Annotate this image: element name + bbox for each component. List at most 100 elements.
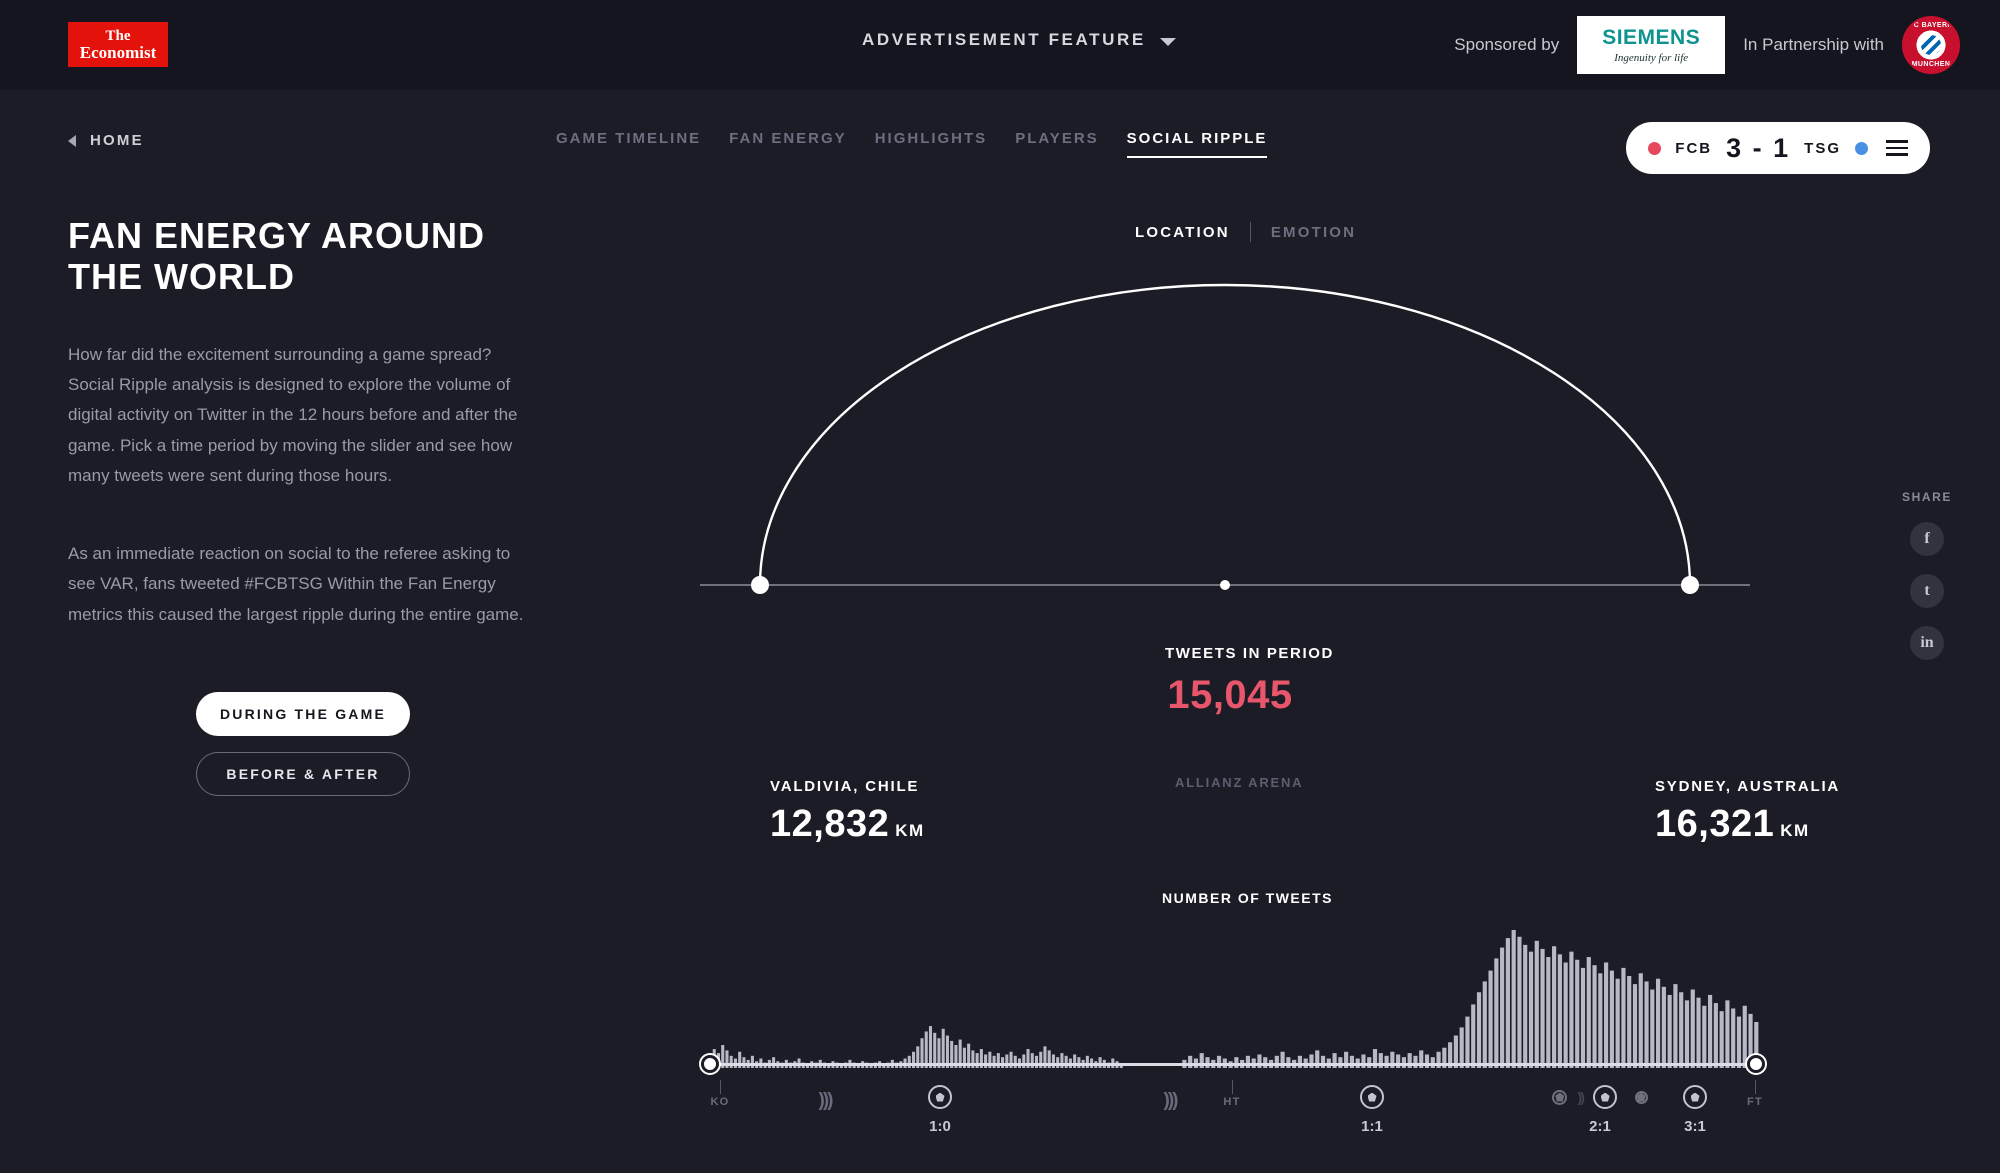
tweet-volume-bar — [1413, 1056, 1417, 1068]
twitter-icon[interactable]: t — [1910, 574, 1944, 608]
marker-goal-2-1[interactable]: )) 2:1 — [1545, 1085, 1655, 1135]
economist-logo[interactable]: The Economist — [68, 22, 168, 67]
bayern-munich-crest-icon[interactable]: FC BAYERN MUNCHEN — [1902, 16, 1960, 74]
tweet-volume-bar — [1052, 1054, 1055, 1068]
tab-social-ripple[interactable]: SOCIAL RIPPLE — [1127, 130, 1268, 158]
tweet-volume-bar — [1005, 1054, 1008, 1068]
brand-line-2: Economist — [80, 44, 157, 61]
home-team-abbr: FCB — [1675, 140, 1712, 157]
tweet-volume-bar — [1425, 1054, 1429, 1068]
timeline-slider-handle-left[interactable] — [701, 1055, 719, 1073]
tweet-volume-bar — [1725, 1000, 1729, 1068]
goal-score-1-0: 1:0 — [915, 1118, 965, 1135]
marker-goal-3-1[interactable]: 3:1 — [1670, 1085, 1720, 1135]
marker-ripple-2[interactable]: ))) — [1150, 1090, 1190, 1112]
score-badge[interactable]: FCB 3 - 1 TSG — [1626, 122, 1930, 174]
tweet-volume-bar — [997, 1053, 1000, 1068]
goal-cluster-icons: )) — [1545, 1085, 1655, 1109]
marker-ripple-1[interactable]: ))) — [805, 1090, 845, 1112]
tweet-volume-bar — [1633, 984, 1637, 1068]
toggle-divider — [1250, 222, 1251, 242]
tweet-volume-bar — [751, 1056, 754, 1068]
tweet-volume-bar — [1385, 1056, 1389, 1068]
tweet-volume-bar — [738, 1052, 741, 1068]
left-endpoint-dot[interactable] — [751, 576, 769, 594]
tweet-volume-bar — [1552, 946, 1556, 1068]
tweet-volume-bar — [1200, 1053, 1204, 1068]
tweet-volume-bar — [1558, 954, 1562, 1068]
tweet-volume-bar — [1246, 1056, 1250, 1068]
left-distance-value: 12,832 — [770, 803, 889, 845]
right-distance-unit: KM — [1780, 821, 1809, 840]
away-team-abbr: TSG — [1804, 140, 1841, 157]
tweet-volume-bar — [1650, 990, 1654, 1068]
tweet-volume-bar — [1379, 1053, 1383, 1068]
tweet-volume-bar — [984, 1054, 987, 1068]
center-venue-label: ALLIANZ ARENA — [1175, 775, 1303, 790]
hamburger-menu-icon[interactable] — [1886, 140, 1908, 156]
right-distance-value: 16,321 — [1655, 803, 1774, 845]
ft-caption: FT — [1735, 1096, 1775, 1108]
tweet-volume-bar — [1494, 958, 1498, 1068]
advertisement-feature-dropdown[interactable]: ADVERTISEMENT FEATURE — [862, 30, 1176, 50]
tweet-volume-bar — [1720, 1011, 1724, 1068]
toggle-emotion[interactable]: EMOTION — [1271, 224, 1356, 241]
tweet-volume-bar — [1535, 941, 1539, 1068]
tweet-volume-bar — [1436, 1052, 1440, 1068]
tweet-volume-bar — [1714, 1003, 1718, 1068]
tweet-volume-bar — [908, 1056, 911, 1068]
right-endpoint-dot[interactable] — [1681, 576, 1699, 594]
linkedin-icon[interactable]: in — [1910, 626, 1944, 660]
ft-tick-icon — [1755, 1080, 1756, 1094]
tweet-volume-bar — [1086, 1056, 1089, 1068]
tweet-volume-bar — [1679, 992, 1683, 1068]
soccer-ball-icon — [1593, 1085, 1617, 1109]
ht-caption: HT — [1212, 1096, 1252, 1108]
siemens-wordmark: SIEMENS — [1602, 26, 1700, 50]
marker-goal-1-1[interactable]: 1:1 — [1347, 1085, 1397, 1135]
tweet-volume-bar — [1217, 1056, 1221, 1068]
tab-fan-energy[interactable]: FAN ENERGY — [729, 130, 847, 156]
timeline-slider-handle-right[interactable] — [1747, 1055, 1765, 1073]
tweet-volume-bar — [1621, 968, 1625, 1068]
tweet-volume-bar — [1523, 945, 1527, 1068]
away-team-dot-icon — [1855, 142, 1868, 155]
tab-game-timeline[interactable]: GAME TIMELINE — [556, 130, 701, 156]
ripple-icon: ))) — [1150, 1090, 1190, 1112]
tweet-volume-bar — [1702, 1006, 1706, 1068]
marker-ko: KO — [700, 1080, 740, 1108]
tweet-volume-bar — [1662, 987, 1666, 1068]
chevron-down-icon — [1160, 38, 1176, 46]
during-the-game-button[interactable]: DURING THE GAME — [196, 692, 410, 736]
tweet-volume-bar — [1564, 962, 1568, 1068]
before-and-after-button[interactable]: BEFORE & AFTER — [196, 752, 410, 796]
ko-caption: KO — [700, 1096, 740, 1108]
share-rail: SHARE f t in — [1902, 490, 1952, 660]
tweet-volume-chart — [700, 920, 1760, 1070]
tweet-volume-bar — [1298, 1056, 1302, 1068]
tab-highlights[interactable]: HIGHLIGHTS — [875, 130, 988, 156]
marker-goal-1-0[interactable]: 1:0 — [915, 1085, 965, 1135]
goal-score-3-1: 3:1 — [1670, 1118, 1720, 1135]
crest-top-text: FC BAYERN — [1904, 22, 1958, 29]
period-toggle-group: DURING THE GAME BEFORE & AFTER — [196, 692, 538, 796]
tweet-volume-bar — [1344, 1052, 1348, 1068]
facebook-icon[interactable]: f — [1910, 522, 1944, 556]
siemens-logo[interactable]: SIEMENS Ingenuity for life — [1577, 16, 1725, 74]
tab-players[interactable]: PLAYERS — [1015, 130, 1098, 156]
tweet-volume-bar — [1350, 1056, 1354, 1068]
tweet-volume-bar — [1257, 1054, 1261, 1068]
top-bar: The Economist ADVERTISEMENT FEATURE Spon… — [0, 0, 2000, 90]
tweet-volume-bar — [1529, 952, 1533, 1068]
right-city-distance: 16,321 KM — [1655, 803, 1840, 846]
goal-score-2-1: 2:1 — [1545, 1118, 1655, 1135]
tweet-volume-bar — [1281, 1052, 1285, 1068]
home-link[interactable]: HOME — [68, 132, 144, 149]
home-team-dot-icon — [1648, 142, 1661, 155]
crest-center-pattern — [1921, 35, 1942, 56]
insight-paragraph: As an immediate reaction on social to th… — [68, 539, 538, 630]
tweet-volume-bar — [730, 1056, 733, 1068]
toggle-location[interactable]: LOCATION — [1135, 224, 1230, 241]
tweet-volume-bar — [912, 1052, 915, 1068]
timeline-slider-track[interactable] — [710, 1063, 1758, 1066]
